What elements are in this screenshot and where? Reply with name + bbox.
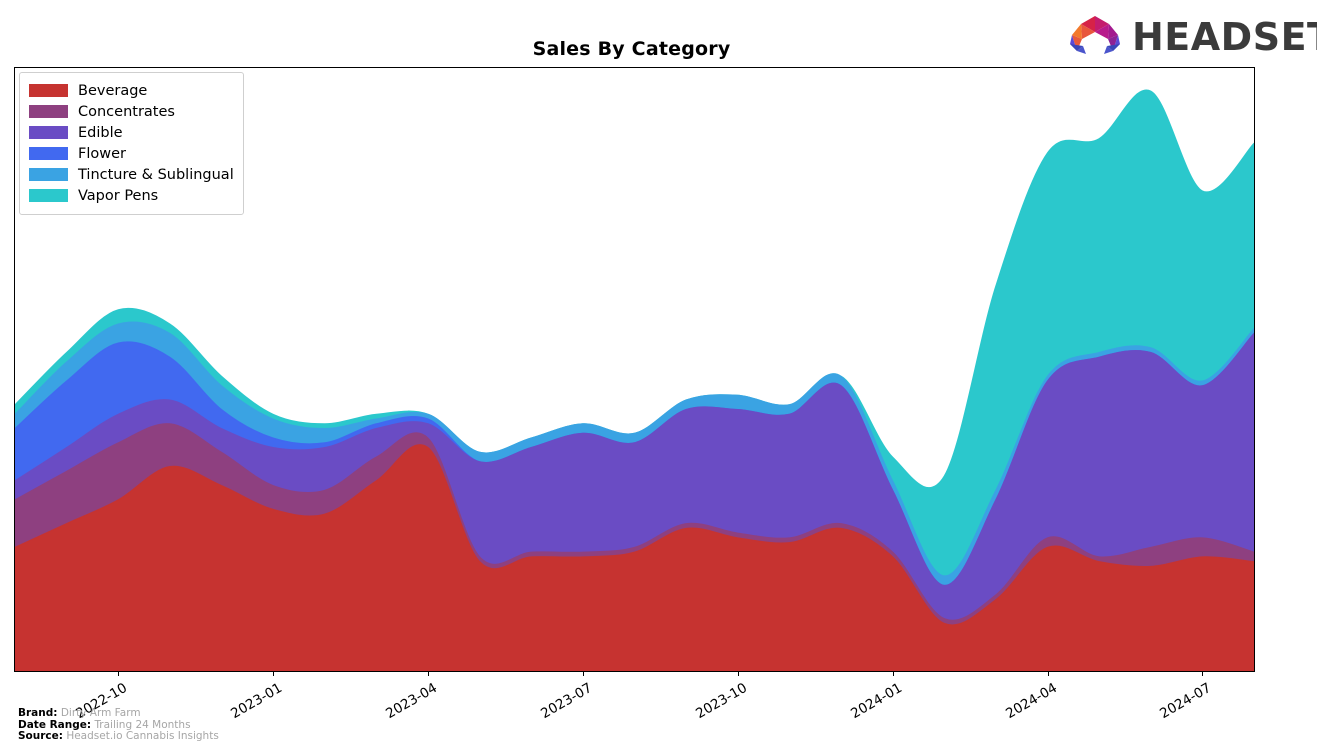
footnote-source: Source: Headset.io Cannabis Insights [18,730,219,743]
legend-item-vapor-pens[interactable]: Vapor Pens [29,185,234,206]
legend-label-vapor-pens: Vapor Pens [78,187,159,204]
legend-swatch-tincture-sublingual [29,168,68,181]
x-tick-mark [1047,672,1049,676]
legend-swatch-beverage [29,84,68,97]
x-tick-label: 2023-04 [383,680,440,723]
legend-swatch-flower [29,147,68,160]
x-tick-label: 2024-04 [1002,680,1060,723]
headset-logo: HEADSET [1064,12,1317,62]
x-tick-mark [428,672,429,676]
footnote-date-range-value: Trailing 24 Months [94,718,191,731]
legend-label-concentrates: Concentrates [78,103,175,120]
x-tick-mark [582,672,584,676]
x-tick-label: 2024-01 [847,680,905,723]
legend-label-beverage: Beverage [78,82,148,99]
legend-item-concentrates[interactable]: Concentrates [29,101,234,122]
x-tick-label: 2023-01 [228,680,286,723]
legend-label-flower: Flower [78,145,126,162]
chart-footnotes: Brand: Dirty Arm Farm Date Range: Traili… [18,707,219,743]
logo-wordmark: HEADSET [1132,15,1317,59]
legend-item-edible[interactable]: Edible [29,122,234,143]
x-tick-mark [737,672,739,676]
headset-hexagon-logo-icon [1070,16,1120,54]
legend-label-edible: Edible [78,124,123,141]
footnote-date-range-key: Date Range: [18,718,92,731]
footnote-brand-value: Dirty Arm Farm [60,707,141,719]
x-tick-label: 2023-07 [538,680,595,723]
x-tick-label: 2024-07 [1157,680,1215,723]
legend-item-flower[interactable]: Flower [29,143,234,164]
footnote-brand-key: Brand: [18,707,58,719]
x-tick-mark [1202,672,1204,676]
x-tick-label: 2023-10 [692,680,750,723]
x-tick-mark [118,672,120,676]
chart-legend: Beverage Concentrates Edible Flower Tinc… [19,72,244,215]
x-tick-mark [892,672,894,676]
legend-swatch-edible [29,126,68,139]
legend-swatch-vapor-pens [29,189,68,202]
footnote-source-key: Source: [18,730,63,743]
legend-swatch-concentrates [29,105,68,118]
footnote-source-value: Headset.io Cannabis Insights [66,730,219,743]
legend-label-tincture-sublingual: Tincture & Sublingual [78,166,234,183]
legend-item-tincture-sublingual[interactable]: Tincture & Sublingual [29,164,234,185]
legend-item-beverage[interactable]: Beverage [29,80,234,101]
x-tick-mark [273,672,275,676]
